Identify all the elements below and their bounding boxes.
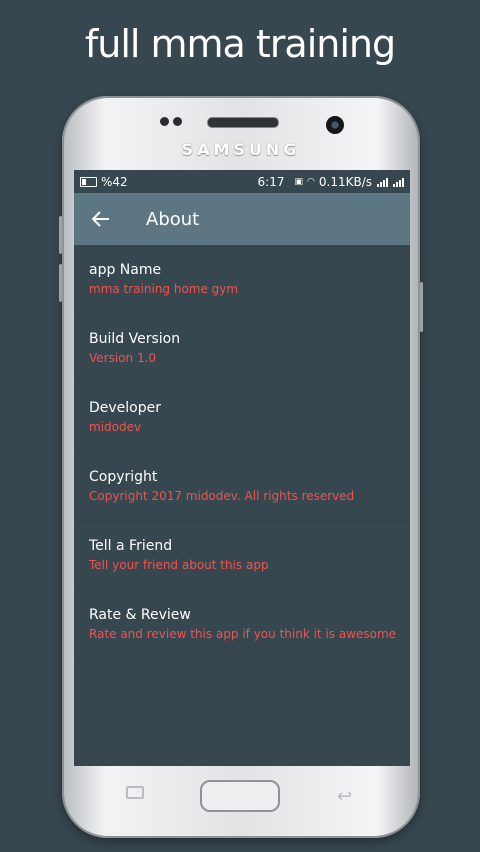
arrow-back-icon[interactable] bbox=[90, 208, 112, 230]
status-time: 6:17 bbox=[257, 174, 285, 189]
front-camera-icon bbox=[326, 116, 344, 134]
list-item-subtitle: Copyright 2017 midodev. All rights reser… bbox=[89, 489, 355, 503]
list-item-title: Developer bbox=[89, 400, 162, 416]
network-speed: 0.11KB/s bbox=[318, 174, 372, 189]
list-item-rate-review[interactable]: Rate & Review Rate and review this app i… bbox=[74, 590, 410, 659]
home-button[interactable] bbox=[200, 780, 280, 812]
volume-button bbox=[59, 216, 62, 254]
battery-icon bbox=[80, 176, 97, 187]
earpiece-speaker bbox=[207, 117, 279, 128]
page-title: About bbox=[146, 208, 200, 230]
list-item-copyright[interactable]: Copyright Copyright 2017 midodev. All ri… bbox=[74, 452, 410, 521]
signal-icon bbox=[377, 177, 388, 187]
list-item-developer[interactable]: Developer midodev bbox=[74, 383, 410, 452]
device-brand: SAMSUNG bbox=[181, 140, 301, 159]
battery-level: %42 bbox=[101, 174, 128, 189]
status-indicators: ▣ ◠ 0.11KB/s bbox=[294, 174, 404, 189]
list-item-subtitle: mma training home gym bbox=[89, 282, 239, 296]
image-notification-icon: ▣ bbox=[294, 176, 304, 187]
wifi-icon: ◠ bbox=[307, 176, 315, 187]
list-item-tell-a-friend[interactable]: Tell a Friend Tell your friend about thi… bbox=[74, 521, 410, 590]
power-button bbox=[420, 282, 423, 332]
list-item-subtitle: midodev bbox=[89, 420, 142, 434]
list-item-subtitle: Rate and review this app if you think it… bbox=[89, 627, 397, 641]
list-item-title: app Name bbox=[89, 262, 162, 278]
list-item-title: Rate & Review bbox=[89, 607, 191, 623]
list-item-title: Tell a Friend bbox=[89, 538, 173, 554]
sensor-icon-2 bbox=[173, 117, 182, 126]
list-item-build-version[interactable]: Build Version Version 1.0 bbox=[74, 314, 410, 383]
list-item-subtitle: Tell your friend about this app bbox=[89, 558, 269, 572]
signal-icon-2 bbox=[393, 177, 404, 187]
soft-back-icon[interactable]: ↩ bbox=[337, 786, 352, 807]
recent-apps-icon[interactable] bbox=[126, 786, 144, 799]
volume-button-down bbox=[59, 264, 62, 302]
sensor-icon bbox=[160, 117, 169, 126]
phone-screen: %42 6:17 ▣ ◠ 0.11KB/s About app Name mma… bbox=[74, 170, 410, 766]
about-list: app Name mma training home gym Build Ver… bbox=[74, 245, 410, 659]
promo-title: full mma training bbox=[84, 22, 396, 66]
status-bar: %42 6:17 ▣ ◠ 0.11KB/s bbox=[74, 170, 410, 193]
list-item-title: Build Version bbox=[89, 331, 181, 347]
list-item-subtitle: Version 1.0 bbox=[89, 351, 157, 365]
list-item-app-name[interactable]: app Name mma training home gym bbox=[74, 245, 410, 314]
phone-frame: SAMSUNG %42 6:17 ▣ ◠ 0.11KB/s About app … bbox=[59, 96, 423, 838]
list-item-title: Copyright bbox=[89, 469, 158, 485]
app-bar: About bbox=[74, 193, 410, 245]
